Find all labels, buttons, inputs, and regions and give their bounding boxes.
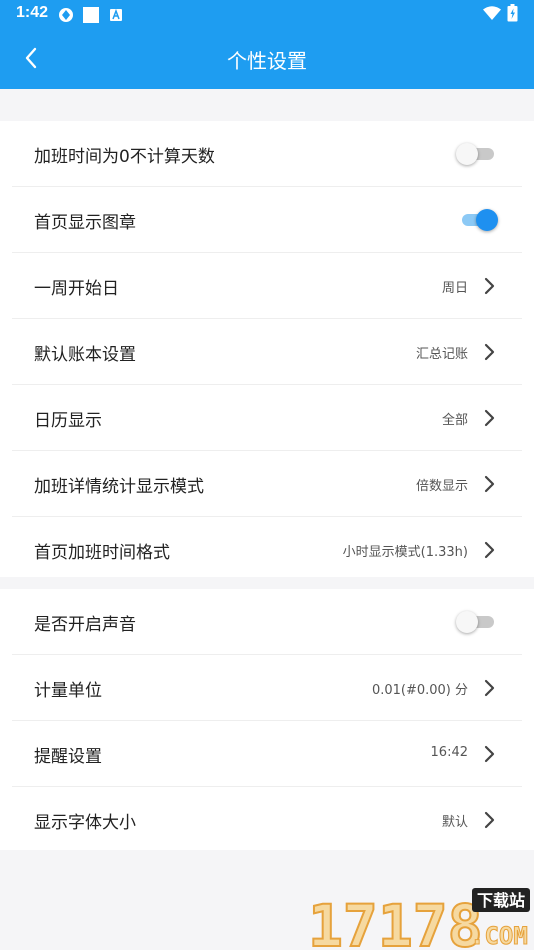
setting-row-overtime-zero[interactable]: 加班时间为0不计算天数: [12, 121, 522, 187]
sync-icon: [59, 8, 73, 22]
setting-label: 一周开始日: [34, 279, 119, 299]
status-time: 1:42: [16, 4, 49, 21]
battery-icon: [507, 4, 518, 22]
setting-value: 汇总记账: [415, 347, 468, 362]
setting-label: 加班详情统计显示模式: [34, 477, 204, 497]
page-title: 个性设置: [227, 49, 307, 73]
setting-row-font-size[interactable]: 显示字体大小 默认: [12, 787, 522, 852]
setting-label: 是否开启声音: [34, 615, 136, 635]
watermark-tag: 下载站: [477, 891, 525, 910]
site-watermark-logo: 17178 下载站 .COM: [307, 888, 530, 950]
chevron-right-icon: [484, 745, 495, 763]
app-bar: 个性设置: [0, 28, 534, 89]
app-a-icon: [110, 9, 122, 21]
setting-row-overtime-stats-mode[interactable]: 加班详情统计显示模式 倍数显示: [12, 451, 522, 517]
setting-value: 0.01(#0.00) 分: [371, 683, 468, 698]
notification-square-icon: [83, 7, 99, 23]
watermark-domain: .COM: [470, 922, 528, 950]
chevron-right-icon: [484, 541, 495, 559]
wifi-icon: [483, 6, 501, 20]
setting-label: 计量单位: [34, 681, 102, 701]
setting-label: 加班时间为0不计算天数: [34, 147, 215, 167]
watermark-number: 17178: [308, 892, 483, 950]
setting-value: 小时显示模式(1.33h): [342, 545, 468, 560]
setting-label: 显示字体大小: [34, 813, 136, 833]
chevron-right-icon: [484, 811, 495, 829]
setting-row-sound[interactable]: 是否开启声音: [12, 589, 522, 655]
chevron-right-icon: [484, 475, 495, 493]
setting-row-default-ledger[interactable]: 默认账本设置 汇总记账: [12, 319, 522, 385]
setting-label: 日历显示: [34, 411, 102, 431]
setting-label: 默认账本设置: [34, 345, 136, 365]
setting-label: 首页显示图章: [34, 213, 136, 233]
setting-label: 首页加班时间格式: [34, 543, 170, 563]
overtime-zero-toggle[interactable]: [456, 143, 496, 165]
setting-value: 16:42: [430, 745, 468, 760]
chevron-right-icon: [484, 679, 495, 697]
settings-section-2: 是否开启声音 计量单位 0.01(#0.00) 分 提醒设置 16:42 显示字…: [0, 589, 534, 850]
setting-value: 倍数显示: [415, 479, 468, 494]
chevron-right-icon: [484, 409, 495, 427]
setting-label: 提醒设置: [34, 747, 102, 767]
settings-section-1: 加班时间为0不计算天数 首页显示图章 一周开始日 周日 默认账本设置 汇总记账 …: [0, 121, 534, 577]
chevron-right-icon: [484, 343, 495, 361]
status-bar: 1:42: [0, 0, 534, 28]
setting-row-reminder[interactable]: 提醒设置 16:42: [12, 721, 522, 787]
setting-row-home-time-format[interactable]: 首页加班时间格式 小时显示模式(1.33h): [12, 517, 522, 582]
setting-row-home-stamp[interactable]: 首页显示图章: [12, 187, 522, 253]
chevron-right-icon: [484, 277, 495, 295]
setting-row-calendar-display[interactable]: 日历显示 全部: [12, 385, 522, 451]
setting-row-unit[interactable]: 计量单位 0.01(#0.00) 分: [12, 655, 522, 721]
setting-value: 默认: [441, 815, 468, 830]
setting-value: 周日: [441, 281, 468, 296]
sound-toggle[interactable]: [456, 611, 496, 633]
home-stamp-toggle[interactable]: [460, 209, 498, 231]
setting-value: 全部: [441, 413, 468, 428]
setting-row-week-start[interactable]: 一周开始日 周日: [12, 253, 522, 319]
